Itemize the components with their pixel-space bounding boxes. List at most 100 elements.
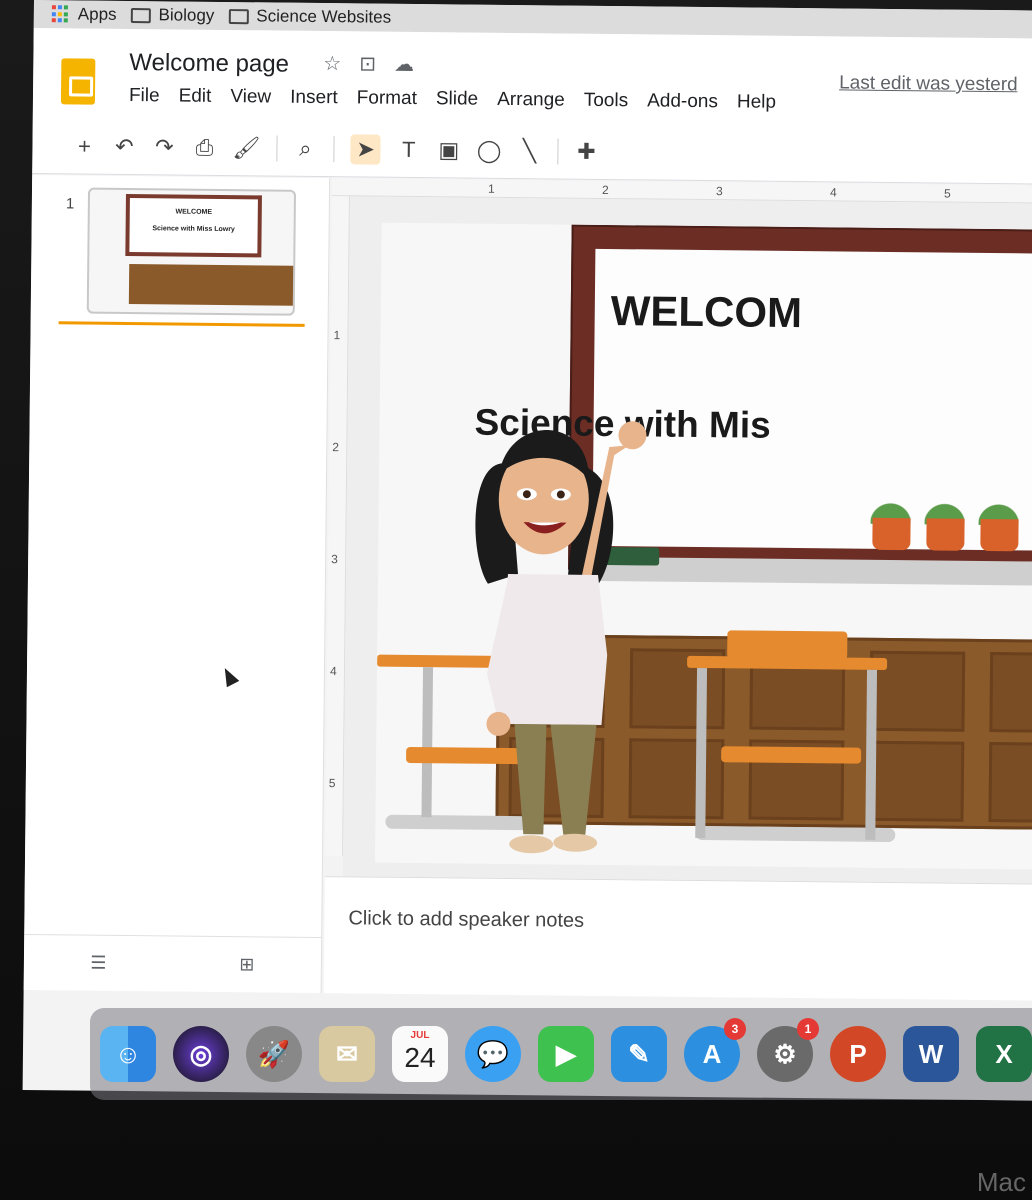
mail-icon[interactable]: ✉ xyxy=(319,1026,375,1082)
slide-number: 1 xyxy=(65,195,75,213)
ruler-mark: 2 xyxy=(332,440,340,455)
toolbar: + ↶ ↷ ⎙ 🖌 ⌕ ➤ T ▣ ◯ ╲ ✚ xyxy=(32,117,1032,185)
browser-window: Apps Biology Science Websites Welcome pa… xyxy=(22,0,1032,1101)
siri-icon[interactable]: ◎ xyxy=(173,1026,229,1082)
launchpad-icon[interactable]: 🚀 xyxy=(246,1026,302,1082)
ruler-mark: 4 xyxy=(829,185,837,200)
paint-format-button[interactable]: 🖌 xyxy=(232,133,260,163)
speaker-notes[interactable]: Click to add speaker notes xyxy=(323,876,1032,1001)
new-slide-button[interactable]: + xyxy=(72,131,96,161)
toolbar-divider xyxy=(276,135,278,162)
thumbnail-board: WELCOME Science with Miss Lowry xyxy=(125,193,262,258)
title-icons: ☆ ⊡ ☁ xyxy=(323,51,414,77)
chair-back xyxy=(727,630,848,660)
ruler-mark: 2 xyxy=(601,182,609,198)
menu-insert[interactable]: Insert xyxy=(290,87,338,109)
thumbnail-cabinet xyxy=(128,264,296,306)
plant-pot-icon xyxy=(980,518,1019,552)
select-tool-button[interactable]: ➤ xyxy=(350,133,381,165)
calendar-day: 24 xyxy=(404,1042,436,1073)
toolbar-divider xyxy=(333,135,335,162)
menu-arrange[interactable]: Arrange xyxy=(497,89,565,112)
notification-badge: 1 xyxy=(797,1018,819,1040)
thumbnail-title: WELCOME xyxy=(175,208,213,216)
textbox-button[interactable]: T xyxy=(397,134,421,164)
teacher-avatar-image xyxy=(475,421,647,854)
menu-file[interactable]: File xyxy=(129,85,160,107)
system-preferences-icon[interactable]: ⚙ 1 xyxy=(757,1018,819,1082)
cloud-saved-icon[interactable]: ☁ xyxy=(394,52,414,77)
desk-seat xyxy=(721,746,862,764)
plant-pot-icon xyxy=(872,517,911,551)
bookmark-label: Biology xyxy=(158,5,215,25)
plant-pot-icon xyxy=(926,518,965,551)
calendar-month: JUL xyxy=(410,1030,430,1041)
ruler-mark: 1 xyxy=(487,181,495,196)
notification-badge: 3 xyxy=(724,1018,746,1040)
macos-dock: ☺ ◎ 🚀 ✉ JUL 24 💬 ▶ ✎ A 3 ⚙ 1 P W X xyxy=(90,1008,1032,1100)
powerpoint-icon[interactable]: P xyxy=(830,1026,886,1082)
slides-header: Welcome page ☆ ⊡ ☁ File Edit View Insert… xyxy=(32,27,1032,129)
bookmark-label: Apps xyxy=(77,4,117,24)
thumbnail-selection-indicator xyxy=(58,321,305,327)
menu-tools[interactable]: Tools xyxy=(584,90,629,112)
ruler-mark: 4 xyxy=(329,664,337,679)
speaker-notes-placeholder[interactable]: Click to add speaker notes xyxy=(348,907,584,932)
slide-filmstrip: 1 WELCOME Science with Miss Lowry ☰ ⊞ xyxy=(23,174,331,994)
menu-slide[interactable]: Slide xyxy=(436,88,478,110)
menu-view[interactable]: View xyxy=(230,86,271,108)
filmstrip-view-icon[interactable]: ☰ xyxy=(90,953,106,974)
messages-icon[interactable]: 💬 xyxy=(465,1026,521,1082)
cabinet-door xyxy=(988,742,1032,824)
word-icon[interactable]: W xyxy=(903,1026,959,1082)
apps-grid-icon xyxy=(51,5,70,23)
device-label: Mac xyxy=(976,1167,1026,1197)
menu-edit[interactable]: Edit xyxy=(179,86,212,108)
ruler-mark: 5 xyxy=(943,186,951,201)
slide[interactable]: WELCOM Science with Mis xyxy=(374,222,1032,870)
line-button[interactable]: ╲ xyxy=(517,136,541,166)
thumbnail-subtitle: Science with Miss Lowry xyxy=(152,225,235,234)
app-store-icon[interactable]: A 3 xyxy=(684,1018,746,1082)
desk-leg xyxy=(865,669,878,840)
notes-writer-icon[interactable]: ✎ xyxy=(611,1026,667,1082)
facetime-icon[interactable]: ▶ xyxy=(538,1026,594,1082)
ruler-mark: 3 xyxy=(715,184,723,199)
menu-help[interactable]: Help xyxy=(737,91,776,113)
last-edit-link[interactable]: Last edit was yesterd xyxy=(839,72,1018,96)
slide-canvas: WELCOM Science with Mis xyxy=(342,196,1032,884)
finder-icon[interactable]: ☺ xyxy=(100,1026,156,1082)
bookmark-science-websites[interactable]: Science Websites xyxy=(228,6,391,28)
ruler-mark: 1 xyxy=(333,328,341,343)
cabinet-door xyxy=(989,652,1032,734)
menu-addons[interactable]: Add-ons xyxy=(647,90,718,113)
document-title[interactable]: Welcome page xyxy=(129,49,289,79)
add-comment-button[interactable]: ✚ xyxy=(574,136,598,166)
ruler-mark: 5 xyxy=(328,776,336,791)
toolbar-divider xyxy=(557,137,559,164)
redo-button[interactable]: ↷ xyxy=(152,132,176,162)
filmstrip-footer: ☰ ⊞ xyxy=(23,933,322,994)
zoom-button[interactable]: ⌕ xyxy=(293,133,317,163)
move-folder-icon[interactable]: ⊡ xyxy=(359,51,376,76)
print-button[interactable]: ⎙ xyxy=(192,132,216,162)
star-icon[interactable]: ☆ xyxy=(323,51,341,76)
grid-view-icon[interactable]: ⊞ xyxy=(239,954,254,975)
bookmark-label: Science Websites xyxy=(256,6,392,27)
desk-leg xyxy=(695,667,708,839)
folder-icon xyxy=(228,8,249,24)
desk-leg xyxy=(421,667,434,818)
cabinet-door xyxy=(868,740,965,822)
slide-thumbnail[interactable]: WELCOME Science with Miss Lowry xyxy=(86,187,297,316)
shape-button[interactable]: ◯ xyxy=(477,135,502,165)
slides-logo-icon[interactable] xyxy=(60,58,96,105)
bookmark-apps[interactable]: Apps xyxy=(51,4,117,25)
calendar-icon[interactable]: JUL 24 xyxy=(392,1026,448,1082)
undo-button[interactable]: ↶ xyxy=(112,131,136,161)
image-button[interactable]: ▣ xyxy=(437,135,461,165)
slide-title[interactable]: WELCOM xyxy=(611,287,803,337)
excel-icon[interactable]: X xyxy=(976,1026,1032,1082)
ruler-mark: 3 xyxy=(331,552,338,567)
bookmark-biology[interactable]: Biology xyxy=(130,5,214,26)
menu-format[interactable]: Format xyxy=(357,87,417,110)
